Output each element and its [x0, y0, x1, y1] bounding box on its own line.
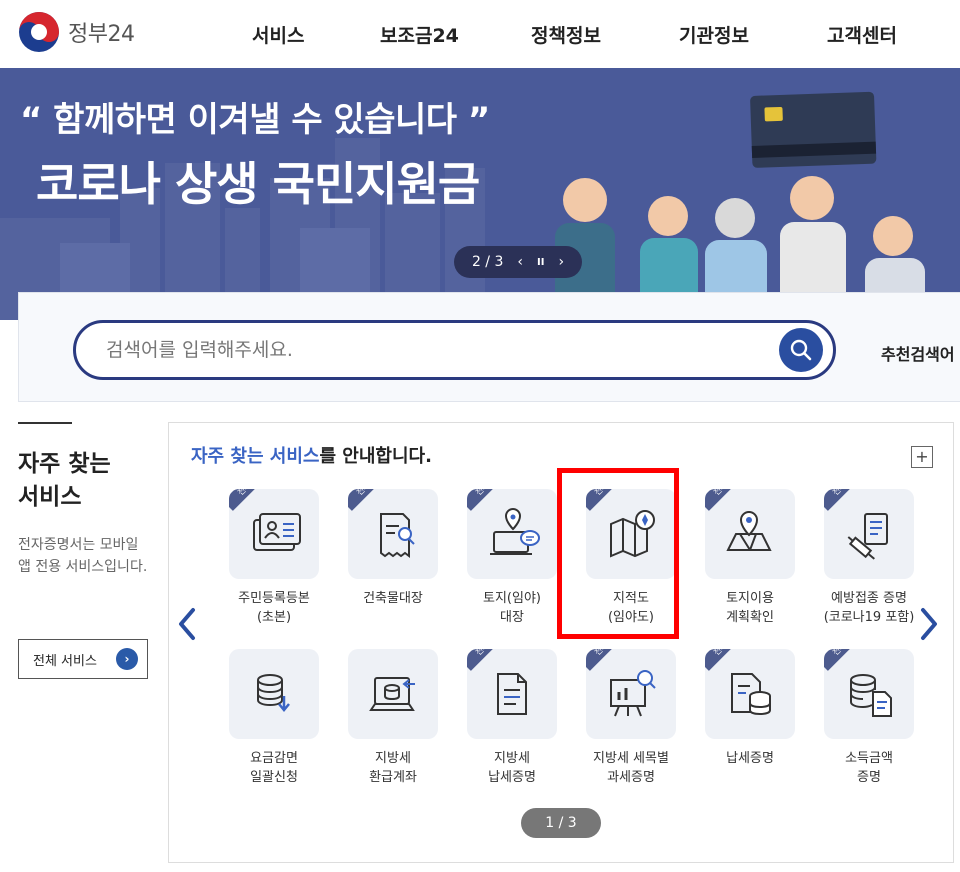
banner-title: 코로나 상생 국민지원금: [36, 157, 480, 211]
service-tile[interactable]: 전자증명서토지(임야) 대장: [456, 489, 568, 627]
id-card-icon: [253, 513, 301, 551]
service-tile-icon-box: 전자증명서: [705, 489, 795, 579]
service-tile-label: 요금감면 일괄신청: [250, 751, 298, 785]
map-pin-icon: [726, 511, 772, 551]
slider-prev-button[interactable]: ‹: [517, 254, 523, 270]
document-coins-icon: [731, 673, 771, 716]
service-tile-label: 주민등록등본 (초본): [238, 591, 310, 625]
prev-page-arrow[interactable]: [177, 607, 197, 648]
service-tile[interactable]: 전자증명서지방세 세목별 과세증명: [575, 649, 687, 787]
coins-download-icon: [257, 674, 290, 712]
service-tile[interactable]: 지방세 환급계좌: [337, 649, 449, 787]
services-heading: 자주 찾는 서비스를 안내합니다.: [191, 446, 432, 467]
chevron-left-icon: [179, 608, 195, 640]
service-tile-icon-box: 전자증명서: [348, 489, 438, 579]
coins-document-icon: [850, 674, 892, 717]
frequent-services-panel: 자주 찾는 서비스를 안내합니다. + 전자증명서주민등록등본 (초본)전자증명…: [168, 422, 954, 863]
all-services-button[interactable]: 전체 서비스 ›: [18, 639, 148, 679]
service-tile-icon-box: 전자증명서: [824, 489, 914, 579]
service-tile-icon-box: [348, 649, 438, 739]
search-button[interactable]: [779, 328, 823, 372]
service-tile-label: 지방세 세목별 과세증명: [593, 751, 669, 785]
presentation-search-icon: [610, 670, 656, 717]
section-description: 전자증명서는 모바일 앱 전용 서비스입니다.: [18, 537, 148, 575]
service-tile-label: 지방세 환급계좌: [369, 751, 417, 785]
service-tile-icon-box: 전자증명서: [705, 649, 795, 739]
search-icon: [790, 339, 812, 361]
section-title: 자주 찾는 서비스: [18, 451, 111, 510]
service-tile[interactable]: 전자증명서지적도 (임야도): [575, 489, 687, 627]
chevron-right-icon: ›: [116, 648, 138, 670]
service-tile[interactable]: 전자증명서토지이용 계획확인: [694, 489, 806, 627]
service-tile[interactable]: 전자증명서납세증명: [694, 649, 806, 768]
document-search-icon: [380, 513, 415, 558]
frequent-services-intro: 자주 찾는 서비스 전자증명서는 모바일 앱 전용 서비스입니다. 전체 서비스…: [18, 422, 153, 679]
document-icon: [497, 673, 527, 715]
service-tile-label: 건축물대장: [363, 591, 423, 606]
service-tile-label: 납세증명: [726, 751, 774, 766]
service-tile-label: 소득금액 증명: [845, 751, 893, 785]
service-tile-label: 지적도 (임야도): [607, 591, 655, 625]
nav-item-policy[interactable]: 정책정보: [531, 21, 601, 48]
slider-position: 2 / 3: [471, 254, 504, 270]
banner-quote: “ 함께하면 이겨낼 수 있습니다 ”: [20, 100, 490, 140]
service-tile-label: 토지(임야) 대장: [483, 591, 541, 625]
nav-item-agency[interactable]: 기관정보: [679, 21, 749, 48]
slider-pause-button[interactable]: II: [537, 257, 544, 268]
map-compass-icon: [610, 510, 655, 558]
service-tile[interactable]: 전자증명서건축물대장: [337, 489, 449, 608]
main-nav: 서비스 보조금24 정책정보 기관정보 고객센터: [0, 21, 960, 49]
recommended-search-label[interactable]: 추천검색어: [881, 341, 955, 365]
service-tile-icon-box: 전자증명서: [467, 649, 557, 739]
service-tile-icon-box: 전자증명서: [824, 649, 914, 739]
hero-banner[interactable]: “ 함께하면 이겨낼 수 있습니다 ” 코로나 상생 국민지원금 2 / 3 ‹…: [0, 68, 960, 320]
service-tile-label: 지방세 납세증명: [488, 751, 536, 785]
service-tile[interactable]: 전자증명서소득금액 증명: [813, 649, 925, 787]
page-indicator: 1 / 3: [521, 808, 601, 838]
service-tile[interactable]: 전자증명서예방접종 증명 (코로나19 포함): [813, 489, 925, 627]
service-tile[interactable]: 전자증명서주민등록등본 (초본): [218, 489, 330, 627]
service-tile-label: 토지이용 계획확인: [726, 591, 774, 625]
service-tile-icon-box: 전자증명서: [229, 489, 319, 579]
service-tile-label: 예방접종 증명 (코로나19 포함): [823, 591, 915, 625]
service-tile-icon-box: 전자증명서: [467, 489, 557, 579]
nav-item-service[interactable]: 서비스: [252, 21, 304, 48]
vaccine-icon: [847, 513, 888, 560]
service-tile[interactable]: 요금감면 일괄신청: [218, 649, 330, 787]
search-input[interactable]: [106, 337, 746, 363]
nav-item-subsidy24[interactable]: 보조금24: [380, 21, 459, 48]
service-tile-icon-box: [229, 649, 319, 739]
service-tile-icon-box: 전자증명서: [586, 649, 676, 739]
slider-next-button[interactable]: ›: [558, 254, 564, 270]
laptop-coins-icon: [369, 677, 415, 711]
divider: [18, 422, 72, 424]
land-chat-icon: [490, 508, 540, 555]
search-box: [73, 320, 836, 380]
more-plus-button[interactable]: +: [911, 446, 933, 468]
header: 정부24 서비스 보조금24 정책정보 기관정보 고객센터: [0, 0, 960, 68]
nav-item-customer-center[interactable]: 고객센터: [827, 21, 897, 48]
service-tile-icon-box: 전자증명서: [586, 489, 676, 579]
search-panel: 추천검색어: [18, 292, 960, 402]
service-tile[interactable]: 전자증명서지방세 납세증명: [456, 649, 568, 787]
banner-slider-control: 2 / 3 ‹ II ›: [454, 246, 582, 278]
